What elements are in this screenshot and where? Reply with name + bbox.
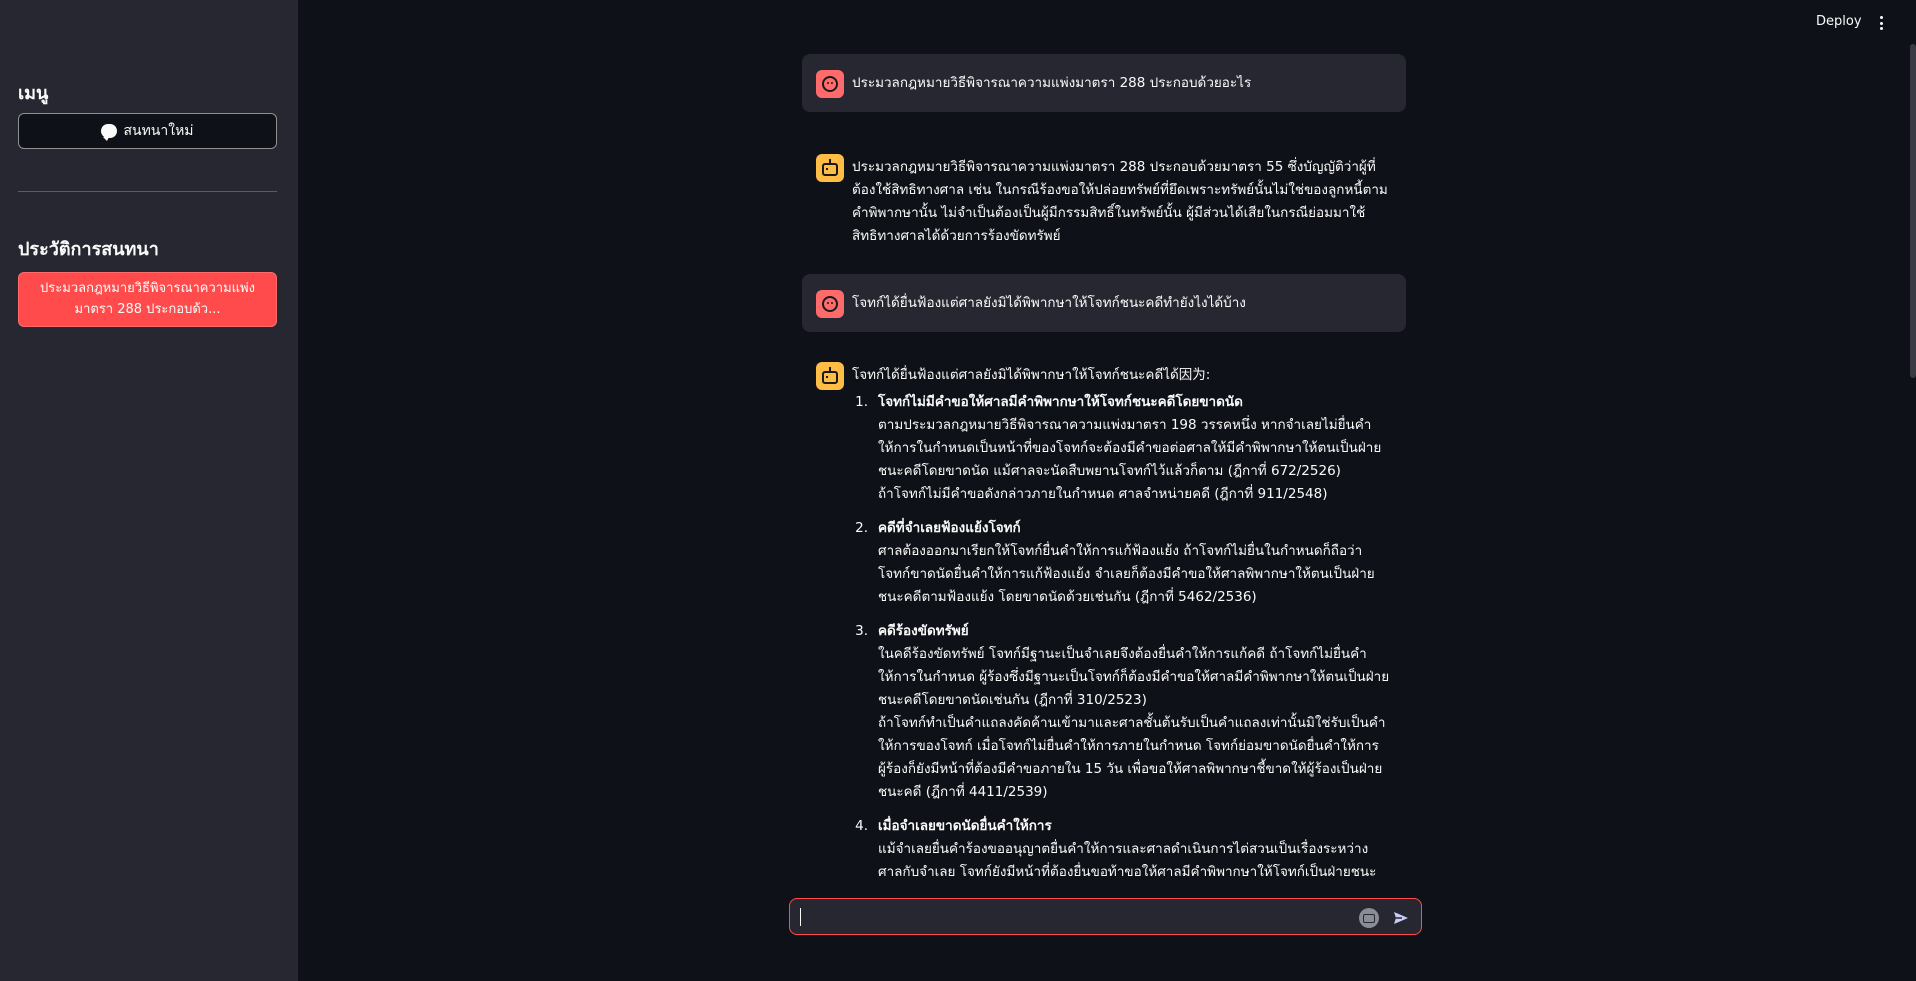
sidebar-divider — [18, 191, 277, 192]
face-icon — [822, 76, 838, 92]
robot-icon — [822, 159, 838, 176]
item-body-2: ถ้าโจทก์ไม่มีคำขอดังกล่าวภายในกำหนด ศาลจ… — [878, 486, 1328, 502]
item-body: ศาลต้องออกมาเรียกให้โจทก์ยื่นคำให้การแก้… — [878, 543, 1375, 605]
message-text: ประมวลกฎหมายวิธีพิจารณาความแพ่งมาตรา 288… — [852, 159, 1388, 244]
item-number: 2. — [855, 520, 868, 536]
chat-bubble-icon — [101, 124, 118, 141]
reasons-list: 1. โจทก์ไม่มีคำขอให้ศาลมีคำพิพากษาให้โจท… — [852, 391, 1390, 886]
item-body: ในคดีร้องขัดทรัพย์ โจทก์มีฐานะเป็นจำเลยจ… — [878, 646, 1390, 708]
item-body: แม้จำเลยยื่นคำร้องขออนุญาตยื่นคำให้การแล… — [878, 841, 1377, 880]
item-title: คดีที่จำเลยฟ้องแย้งโจทก์ — [878, 520, 1021, 536]
item-title: คดีร้องขัดทรัพย์ — [878, 623, 969, 639]
chat-input[interactable] — [804, 903, 1324, 931]
message-text: ประมวลกฎหมายวิธีพิจารณาความแพ่งมาตรา 288… — [852, 75, 1252, 91]
list-item: 3. คดีร้องขัดทรัพย์ ในคดีร้องขัดทรัพย์ โ… — [852, 620, 1390, 804]
user-message: โจทก์ได้ยื่นฟ้องแต่ศาลยังมิได้พิพากษาให้… — [802, 274, 1406, 332]
mic-icon[interactable] — [1359, 908, 1379, 928]
assistant-message: ประมวลกฎหมายวิธีพิจารณาความแพ่งมาตรา 288… — [802, 138, 1406, 264]
menu-heading: เมนู — [18, 83, 49, 104]
face-icon — [822, 296, 838, 312]
message-text: โจทก์ได้ยื่นฟ้องแต่ศาลยังมิได้พิพากษาให้… — [852, 362, 1390, 886]
message-text: โจทก์ได้ยื่นฟ้องแต่ศาลยังมิได้พิพากษาให้… — [852, 295, 1246, 311]
item-body: ตามประมวลกฎหมายวิธีพิจารณาความแพ่งมาตรา … — [878, 417, 1382, 479]
user-message: ประมวลกฎหมายวิธีพิจารณาความแพ่งมาตรา 288… — [802, 54, 1406, 112]
item-title: โจทก์ไม่มีคำขอให้ศาลมีคำพิพากษาให้โจทก์ช… — [878, 394, 1243, 410]
history-heading: ประวัติการสนทนา — [18, 239, 159, 260]
user-avatar — [816, 70, 844, 98]
scrollbar[interactable] — [1910, 44, 1916, 378]
list-item: 4. เมื่อจำเลยขาดนัดยื่นคำให้การ แม้จำเลย… — [852, 815, 1390, 886]
chat-container: ประมวลกฎหมายวิธีพิจารณาความแพ่งมาตรา 288… — [802, 54, 1406, 886]
send-icon[interactable] — [1392, 909, 1410, 927]
sidebar: เมนู สนทนาใหม่ ประวัติการสนทนา ประมวลกฎห… — [0, 0, 298, 981]
deploy-button[interactable]: Deploy — [1810, 12, 1868, 31]
item-number: 4. — [855, 818, 868, 834]
answer-intro: โจทก์ได้ยื่นฟ้องแต่ศาลยังมิได้พิพากษาให้… — [852, 367, 1211, 383]
assistant-avatar — [816, 362, 844, 390]
history-item[interactable]: ประมวลกฎหมายวิธีพิจารณาความแพ่งมาตรา 288… — [18, 272, 277, 327]
chat-input-box[interactable] — [789, 898, 1422, 935]
kebab-menu-icon[interactable] — [1876, 14, 1886, 32]
user-avatar — [816, 290, 844, 318]
list-item: 2. คดีที่จำเลยฟ้องแย้งโจทก์ ศาลต้องออกมา… — [852, 517, 1390, 609]
item-title: เมื่อจำเลยขาดนัดยื่นคำให้การ — [878, 818, 1052, 834]
assistant-message: โจทก์ได้ยื่นฟ้องแต่ศาลยังมิได้พิพากษาให้… — [802, 346, 1406, 886]
robot-icon — [822, 367, 838, 384]
new-chat-button[interactable]: สนทนาใหม่ — [18, 113, 277, 149]
item-body-2: ถ้าโจทก์ทำเป็นคำแถลงคัดค้านเข้ามาและศาลช… — [878, 715, 1386, 800]
text-caret — [800, 908, 801, 926]
item-number: 1. — [855, 394, 868, 410]
item-number: 3. — [855, 623, 868, 639]
list-item: 1. โจทก์ไม่มีคำขอให้ศาลมีคำพิพากษาให้โจท… — [852, 391, 1390, 506]
new-chat-label: สนทนาใหม่ — [123, 123, 194, 139]
assistant-avatar — [816, 154, 844, 182]
